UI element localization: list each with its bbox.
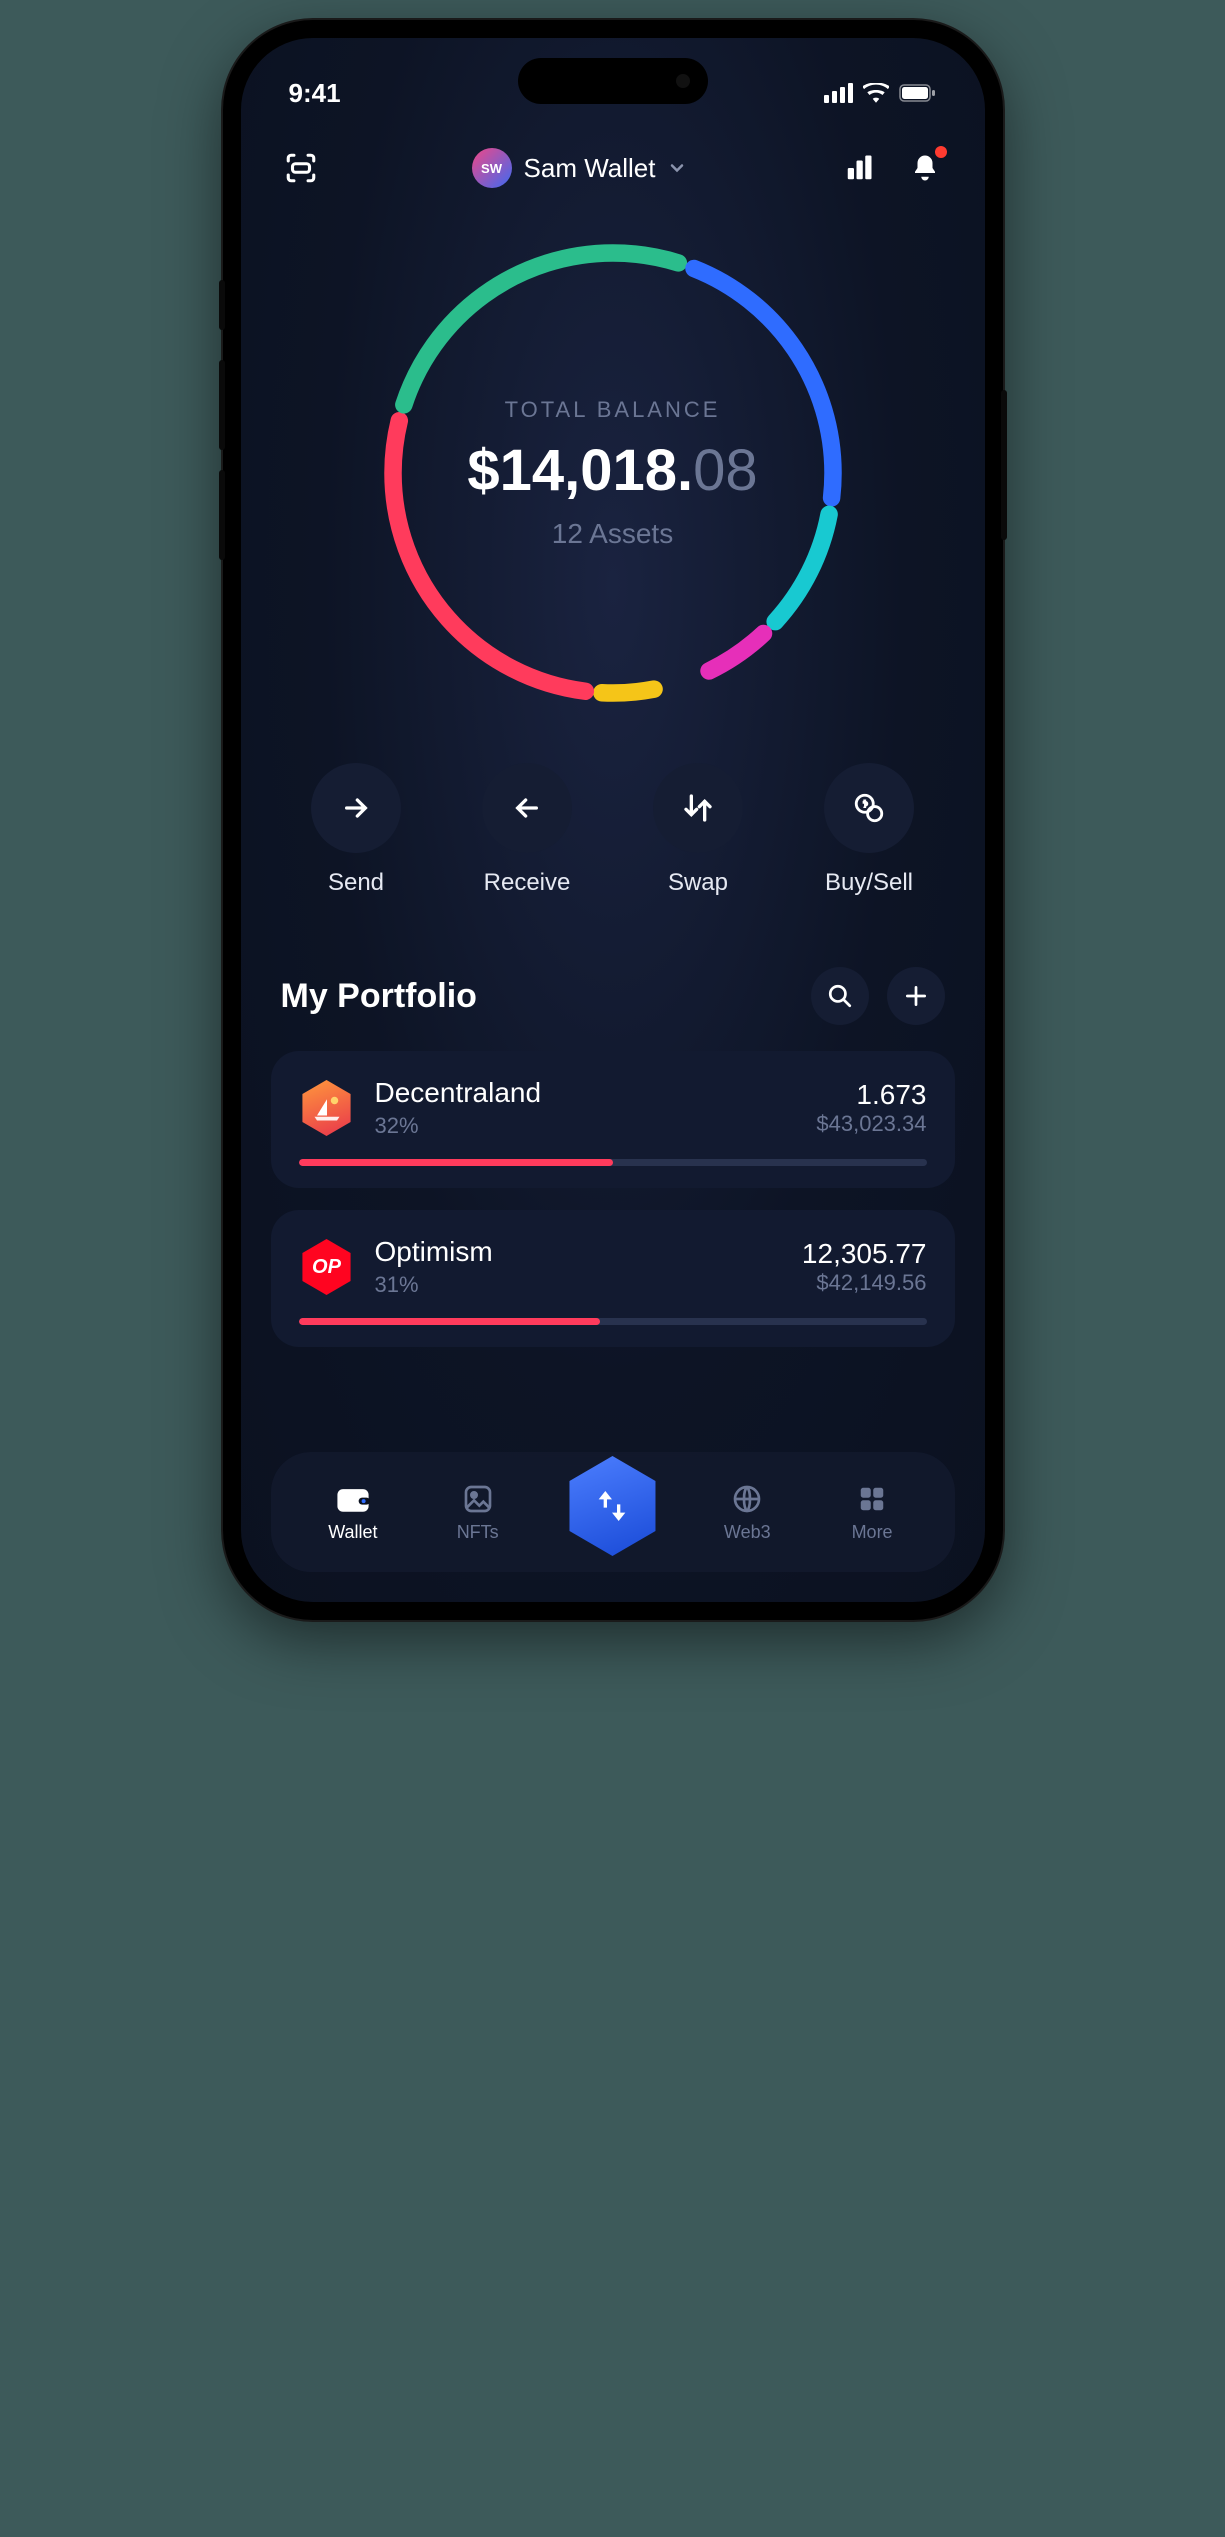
balance-donut: TOTAL BALANCE $14,018.08 12 Assets — [241, 223, 985, 723]
add-button[interactable] — [887, 967, 945, 1025]
send-button[interactable]: Send — [311, 763, 401, 897]
wallet-icon — [336, 1484, 370, 1514]
asset-card[interactable]: OP Optimism 31% 12,305.77$42,149.56 — [271, 1210, 955, 1347]
nav-nfts[interactable]: NFTs — [438, 1482, 518, 1543]
asset-icon: OP — [299, 1239, 355, 1295]
asset-percent: 32% — [375, 1113, 797, 1139]
asset-percent: 31% — [375, 1272, 782, 1298]
wallet-avatar: SW — [472, 148, 512, 188]
swap-icon — [682, 792, 714, 824]
screen: 9:41 SW Sam Wallet — [241, 38, 985, 1602]
bottom-nav: Wallet NFTs Web3 More — [271, 1452, 955, 1572]
asset-amount: 1.673 — [816, 1079, 926, 1111]
wifi-icon — [863, 83, 889, 103]
asset-icon — [299, 1080, 355, 1136]
balance-amount: $14,018.08 — [467, 437, 757, 504]
scan-icon[interactable] — [281, 148, 321, 188]
wallet-name: Sam Wallet — [524, 153, 656, 184]
asset-name: Optimism — [375, 1236, 782, 1268]
notification-icon[interactable] — [905, 148, 945, 188]
asset-list: Decentraland 32% 1.673$43,023.34 OP Optimism… — [241, 1051, 985, 1347]
signal-icon — [824, 83, 853, 103]
action-row: Send Receive Swap Buy/Sell — [241, 723, 985, 917]
asset-usd: $42,149.56 — [802, 1270, 927, 1296]
receive-button[interactable]: Receive — [482, 763, 572, 897]
portfolio-header: My Portfolio — [241, 917, 985, 1051]
nav-web3[interactable]: Web3 — [707, 1482, 787, 1543]
search-icon — [827, 983, 853, 1009]
arrow-left-icon — [511, 792, 543, 824]
battery-icon — [899, 84, 937, 102]
chevron-down-icon — [667, 158, 687, 178]
plus-icon — [903, 983, 929, 1009]
portfolio-title: My Portfolio — [281, 977, 477, 1016]
asset-name: Decentraland — [375, 1077, 797, 1109]
nav-wallet[interactable]: Wallet — [313, 1482, 393, 1543]
balance-label: TOTAL BALANCE — [505, 397, 721, 423]
stats-icon[interactable] — [839, 148, 879, 188]
coins-icon — [852, 791, 886, 825]
nav-more[interactable]: More — [832, 1482, 912, 1543]
asset-progress — [299, 1318, 927, 1325]
nav-center-swap[interactable] — [562, 1456, 662, 1556]
status-time: 9:41 — [289, 78, 341, 109]
app-header: SW Sam Wallet — [241, 118, 985, 198]
asset-progress — [299, 1159, 927, 1166]
globe-icon — [731, 1483, 763, 1515]
search-button[interactable] — [811, 967, 869, 1025]
asset-usd: $43,023.34 — [816, 1111, 926, 1137]
swap-button[interactable]: Swap — [653, 763, 743, 897]
dynamic-island — [518, 58, 708, 104]
balance-assets-count: 12 Assets — [552, 518, 673, 550]
grid-icon — [857, 1484, 887, 1514]
buy-sell-button[interactable]: Buy/Sell — [824, 763, 914, 897]
image-icon — [462, 1483, 494, 1515]
phone-frame: 9:41 SW Sam Wallet — [223, 20, 1003, 1620]
asset-amount: 12,305.77 — [802, 1238, 927, 1270]
wallet-selector[interactable]: SW Sam Wallet — [472, 148, 688, 188]
asset-card[interactable]: Decentraland 32% 1.673$43,023.34 — [271, 1051, 955, 1188]
arrow-right-icon — [340, 792, 372, 824]
swap-center-icon — [592, 1486, 632, 1526]
